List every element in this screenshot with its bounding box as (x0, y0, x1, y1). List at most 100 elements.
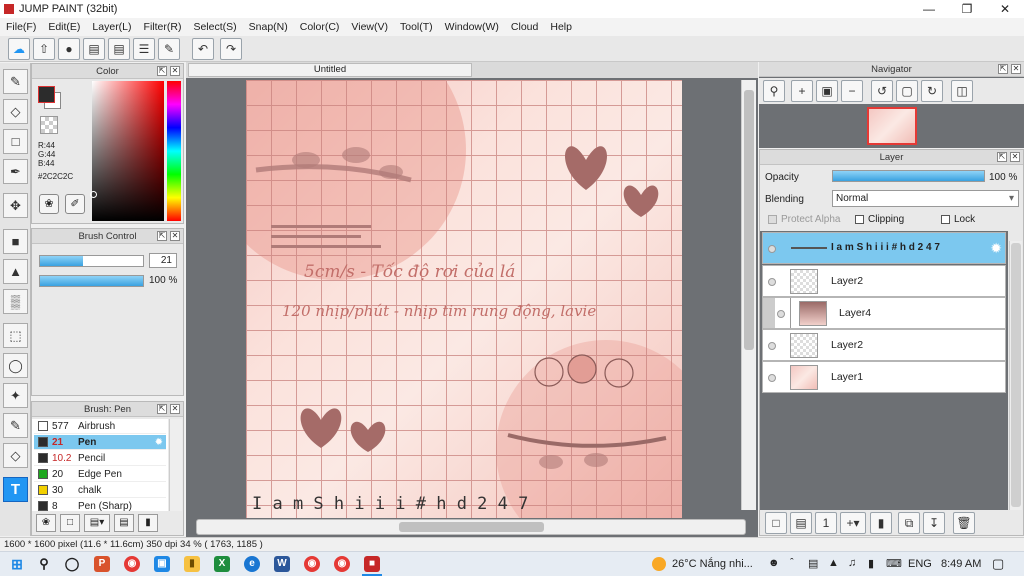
word-icon[interactable]: W (274, 556, 290, 572)
fit-screen-icon[interactable]: ▣ (816, 80, 838, 102)
duplicate-layer-icon[interactable]: ⧉ (898, 512, 920, 534)
menu-tool[interactable]: Tool(T) (394, 21, 439, 33)
palette-icon[interactable]: ❀ (39, 194, 59, 214)
navigator-thumbnail[interactable] (867, 107, 917, 145)
weather-text[interactable]: 26°C Nắng nhi... (672, 558, 753, 570)
task-view-icon[interactable]: ◯ (64, 556, 80, 572)
rotate-left-icon[interactable]: ↺ (871, 80, 893, 102)
menu-file[interactable]: File(F) (0, 21, 42, 33)
panel-float-icon[interactable]: ⇱ (157, 231, 167, 241)
visibility-toggle[interactable] (777, 310, 785, 318)
zoom-icon[interactable]: ⚲ (763, 80, 785, 102)
brush-copy-icon[interactable]: ▤▾ (84, 514, 110, 532)
text-tool-icon[interactable]: T (3, 477, 28, 502)
layer-list-scrollbar[interactable] (1009, 241, 1022, 510)
panel-close-icon[interactable]: ✕ (1010, 152, 1020, 162)
layer-row-layer1[interactable]: Layer1 (762, 361, 1006, 393)
add-layer-menu-icon[interactable]: +▾ (840, 512, 866, 534)
brush-settings-icon[interactable]: ❀ (36, 514, 56, 532)
edge-icon[interactable]: e (244, 556, 260, 572)
close-window-button[interactable]: ✕ (988, 0, 1022, 18)
menu-edit[interactable]: Edit(E) (42, 21, 86, 33)
brush-item-pen-sharp[interactable]: 8 Pen (Sharp) (34, 499, 166, 511)
brush-list-scrollbar[interactable] (169, 419, 182, 511)
brush-item-edge-pen[interactable]: 20 Edge Pen (34, 467, 166, 482)
magic-wand-icon[interactable]: ✦ (3, 383, 28, 408)
eraser-tool-icon[interactable]: ◇ (3, 99, 28, 124)
people-icon[interactable]: ☻ (768, 557, 780, 569)
new-layer-copy-icon[interactable]: ▤ (790, 512, 812, 534)
merge-layer-icon[interactable]: ↧ (923, 512, 945, 534)
menu-view[interactable]: View(V) (345, 21, 394, 33)
gear-icon[interactable]: ✹ (990, 240, 1002, 257)
menu-window[interactable]: Window(W) (439, 21, 505, 33)
panel-float-icon[interactable]: ⇱ (998, 64, 1008, 74)
select-pen-icon[interactable]: ✎ (3, 413, 28, 438)
network-icon[interactable]: ▤ (808, 557, 818, 570)
document-icon[interactable]: ▤ (108, 38, 130, 60)
menu-color[interactable]: Color(C) (294, 21, 346, 33)
panel-float-icon[interactable]: ⇱ (997, 152, 1007, 162)
drawing-canvas[interactable]: 5cm/s - Tốc độ rơi của lá 120 nhịp/phút … (246, 80, 682, 518)
blending-select[interactable]: Normal ▾ (832, 190, 1019, 207)
brush-item-chalk[interactable]: 30 chalk (34, 483, 166, 498)
keyboard-icon[interactable]: ⌨ (886, 557, 902, 570)
gradient-tool-icon[interactable]: ▒ (3, 289, 28, 314)
search-icon[interactable]: ⚲ (36, 556, 52, 572)
excel-icon[interactable]: X (214, 556, 230, 572)
chrome-icon[interactable]: ◉ (304, 556, 320, 572)
new-layer-icon[interactable]: □ (765, 512, 787, 534)
palette-edit-icon[interactable]: ✐ (65, 194, 85, 214)
fill-rect-tool-icon[interactable]: ■ (3, 229, 28, 254)
hue-slider[interactable] (167, 81, 181, 221)
panel-close-icon[interactable]: ✕ (1011, 64, 1021, 74)
layer-opacity-slider[interactable] (832, 170, 985, 182)
gear-icon[interactable]: ✹ (155, 435, 163, 450)
battery-icon[interactable]: ▮ (868, 557, 874, 570)
app-icon-red[interactable]: ◉ (124, 556, 140, 572)
brush-size-slider[interactable] (39, 255, 144, 267)
brush-size-value[interactable]: 21 (149, 253, 177, 268)
pen-tool-icon[interactable]: ✒ (3, 159, 28, 184)
panel-float-icon[interactable]: ⇱ (157, 404, 167, 414)
brush-item-pencil[interactable]: 10.2 Pencil (34, 451, 166, 466)
zoom-out-icon[interactable]: − (841, 80, 863, 102)
upload-icon[interactable]: ⇧ (33, 38, 55, 60)
layer-row-layer2[interactable]: Layer2 (762, 265, 1006, 297)
panel-close-icon[interactable]: ✕ (170, 231, 180, 241)
brush-opacity-slider[interactable] (39, 275, 144, 287)
color-picker-cursor[interactable] (90, 191, 97, 198)
move-tool-icon[interactable]: ✥ (3, 193, 28, 218)
bucket-tool-icon[interactable]: ▲ (3, 259, 28, 284)
layer-folder-icon[interactable]: ▮ (870, 512, 892, 534)
visibility-toggle[interactable] (768, 245, 776, 253)
brush-item-pen[interactable]: 21 Pen ✹ (34, 435, 166, 450)
brush-paste-icon[interactable]: ▤ (114, 514, 134, 532)
list-icon[interactable]: ☰ (133, 38, 155, 60)
file-explorer-icon[interactable]: ▮ (184, 556, 200, 572)
menu-snap[interactable]: Snap(N) (243, 21, 294, 33)
layer-row-layer2b[interactable]: Layer2 (762, 329, 1006, 361)
visibility-toggle[interactable] (768, 278, 776, 286)
wifi-icon[interactable]: ▲ (828, 557, 839, 569)
lock-checkbox[interactable] (941, 215, 950, 224)
canvas-vertical-scrollbar[interactable] (741, 80, 756, 510)
document-tab[interactable]: Untitled (188, 63, 472, 77)
layer-scroll-thumb[interactable] (1011, 243, 1021, 507)
restore-button[interactable]: ❐ (950, 0, 984, 18)
vertical-scroll-thumb[interactable] (744, 90, 754, 350)
delete-layer-icon[interactable]: 🗑 (953, 512, 975, 534)
menu-help[interactable]: Help (544, 21, 578, 33)
select-tool-icon[interactable]: ⬚ (3, 323, 28, 348)
powerpoint-icon[interactable]: P (94, 556, 110, 572)
layer-1bit-icon[interactable]: 1 (815, 512, 837, 534)
brush-folder-icon[interactable]: ▮ (138, 514, 158, 532)
canvas-horizontal-scrollbar[interactable] (196, 519, 746, 535)
edit-icon[interactable]: ✎ (158, 38, 180, 60)
chevron-up-icon[interactable]: ˆ (790, 557, 794, 569)
panel-close-icon[interactable]: ✕ (170, 66, 180, 76)
cloud-icon[interactable]: ☁ (8, 38, 30, 60)
minimize-button[interactable]: — (912, 0, 946, 18)
horizontal-scroll-thumb[interactable] (399, 522, 544, 532)
monitor-icon[interactable]: ▣ (154, 556, 170, 572)
